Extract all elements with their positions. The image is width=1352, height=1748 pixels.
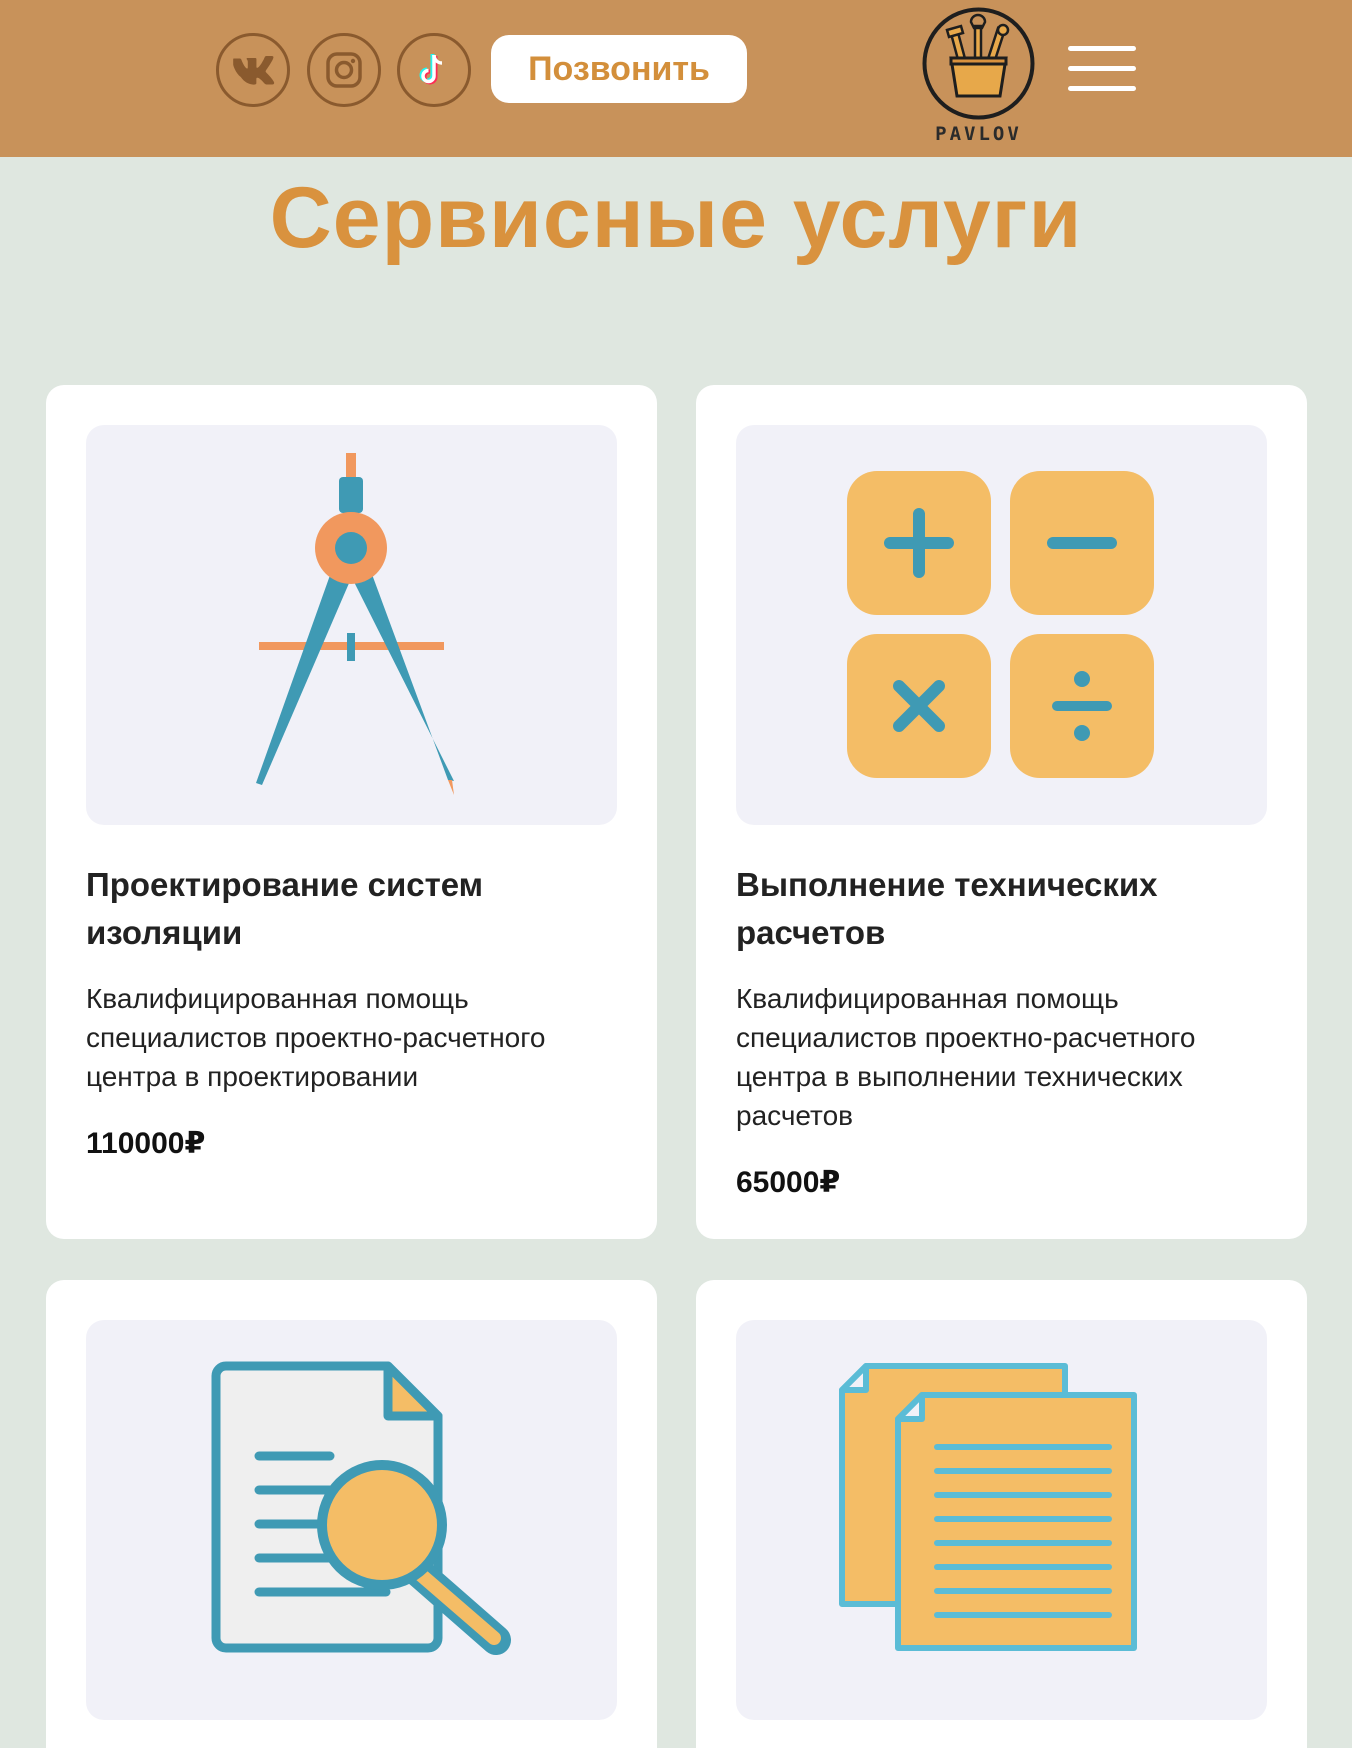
tiktok-icon <box>419 54 443 85</box>
page-title: Сервисные услуги <box>269 170 1083 266</box>
service-image <box>736 1320 1267 1720</box>
service-title: Выполнение технических расчетов <box>736 866 1158 951</box>
vk-icon <box>233 55 275 85</box>
service-card[interactable] <box>46 1280 657 1748</box>
service-card[interactable]: Выполнение технических расчетов Квалифиц… <box>696 385 1307 1239</box>
service-image <box>736 425 1267 825</box>
menu-line <box>1068 86 1136 91</box>
service-price: 110000₽ <box>86 1127 206 1160</box>
tiktok-link[interactable] <box>397 33 471 107</box>
document-search-icon <box>211 1361 511 1655</box>
calculator-icon <box>847 471 1154 778</box>
call-button[interactable]: Позвонить <box>491 35 747 103</box>
service-price: 65000₽ <box>736 1166 841 1199</box>
service-description: Квалифицированная помощь специалистов пр… <box>86 983 546 1092</box>
site-header: Позвонить PAVLOV <box>0 0 1352 157</box>
service-image <box>86 1320 617 1720</box>
service-title: Проектирование систем изоляции <box>86 866 484 951</box>
toolbox-logo-icon <box>922 7 1035 120</box>
compass-icon <box>256 453 454 795</box>
menu-line <box>1068 46 1136 51</box>
service-card[interactable] <box>696 1280 1307 1748</box>
instagram-link[interactable] <box>307 33 381 107</box>
menu-line <box>1068 66 1136 71</box>
documents-icon <box>839 1363 1137 1651</box>
menu-button[interactable] <box>1068 46 1136 92</box>
service-card[interactable]: Проектирование систем изоляции Квалифици… <box>46 385 657 1239</box>
instagram-icon <box>326 52 362 88</box>
service-image <box>86 425 617 825</box>
logo-text: PAVLOV <box>935 123 1022 145</box>
logo[interactable]: PAVLOV <box>921 6 1036 146</box>
vk-link[interactable] <box>216 33 290 107</box>
service-description: Квалифицированная помощь специалистов пр… <box>736 983 1196 1131</box>
